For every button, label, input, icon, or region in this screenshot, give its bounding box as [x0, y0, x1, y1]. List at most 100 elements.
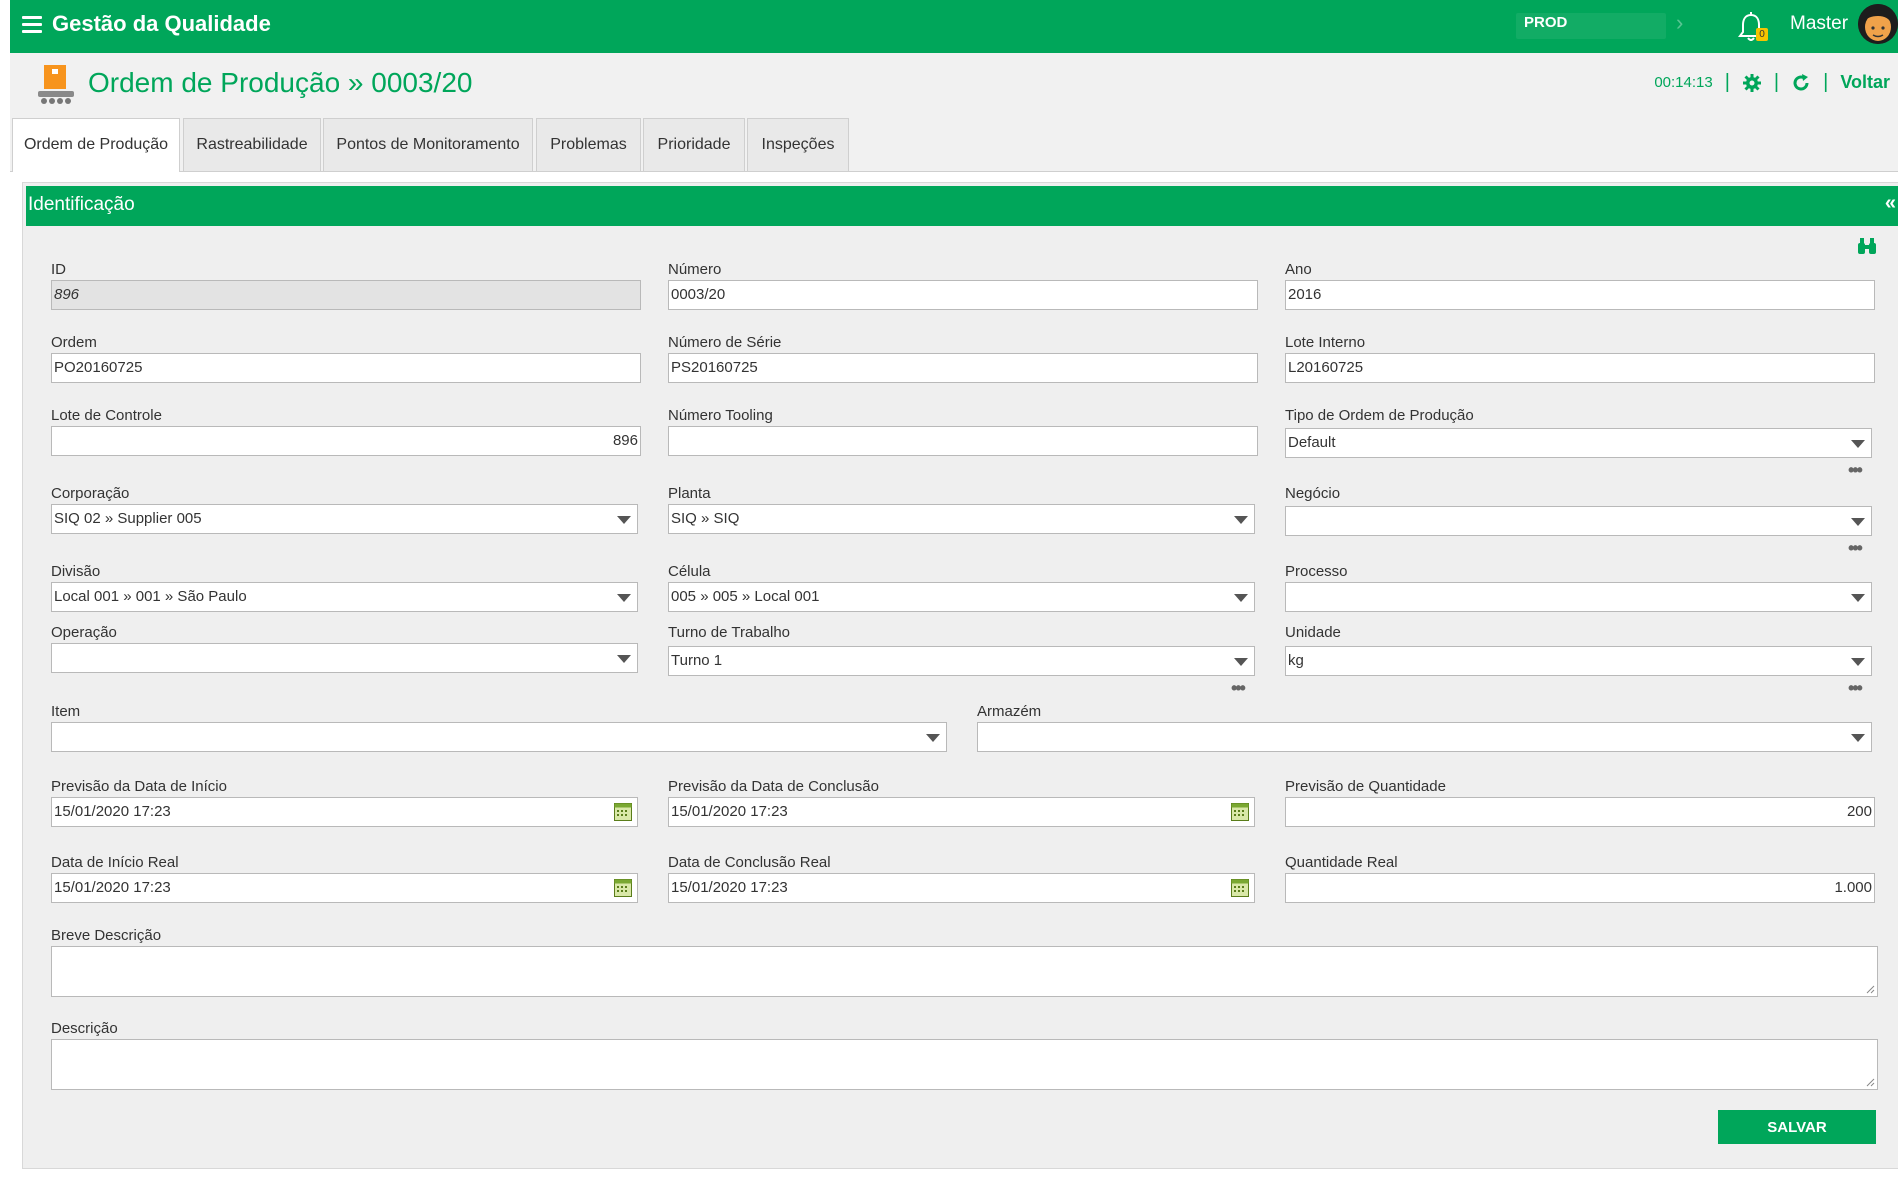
corporacao-select[interactable]: SIQ 02 » Supplier 005 [51, 504, 638, 534]
divisao-select[interactable]: Local 001 » 001 » São Paulo [51, 582, 638, 612]
tab-rastreabilidade[interactable]: Rastreabilidade [183, 118, 321, 171]
numero-serie-field[interactable]: PS20160725 [668, 353, 1258, 383]
turno-label: Turno de Trabalho [668, 624, 791, 641]
collapse-icon[interactable]: « [1885, 192, 1896, 215]
tab-pontos-monitoramento[interactable]: Pontos de Monitoramento [323, 118, 533, 171]
prev-quantidade-field[interactable]: 200 [1285, 797, 1875, 827]
chevron-down-icon [1234, 658, 1248, 666]
unidade-select[interactable]: kg [1285, 646, 1872, 676]
user-name[interactable]: Master [1790, 13, 1848, 35]
celula-label: Célula [668, 563, 711, 580]
breve-descricao-textarea[interactable] [51, 946, 1878, 997]
prev-inicio-field[interactable]: 15/01/2020 17:23 [51, 797, 638, 827]
celula-select[interactable]: 005 » 005 » Local 001 [668, 582, 1255, 612]
chevron-down-icon [617, 594, 631, 602]
gear-icon[interactable] [1742, 73, 1762, 93]
prev-conclusao-value: 15/01/2020 17:23 [671, 803, 788, 820]
negocio-label: Negócio [1285, 485, 1341, 502]
numero-tooling-label: Número Tooling [668, 407, 773, 424]
calendar-icon[interactable] [614, 879, 632, 897]
divider: | [1823, 71, 1829, 93]
chevron-down-icon [1851, 518, 1865, 526]
numero-field[interactable]: 0003/20 [668, 280, 1258, 310]
resize-grip-icon[interactable] [1866, 1078, 1875, 1087]
production-order-icon [38, 65, 74, 104]
chevron-down-icon [1234, 594, 1248, 602]
calendar-icon[interactable] [614, 803, 632, 821]
prev-inicio-label: Previsão da Data de Início [51, 778, 227, 795]
calendar-icon[interactable] [1231, 803, 1249, 821]
chevron-down-icon [1851, 594, 1865, 602]
tab-ordem-producao[interactable]: Ordem de Produção [12, 118, 180, 172]
app-title: Gestão da Qualidade [52, 11, 271, 36]
armazem-select[interactable] [977, 722, 1872, 752]
breve-descricao-label: Breve Descrição [51, 927, 162, 944]
menu-icon[interactable] [22, 16, 42, 34]
resize-grip-icon[interactable] [1866, 985, 1875, 994]
quantidade-real-field[interactable]: 1.000 [1285, 873, 1875, 903]
processo-label: Processo [1285, 563, 1348, 580]
ano-label: Ano [1285, 261, 1312, 278]
divider: | [1773, 71, 1780, 93]
negocio-select[interactable] [1285, 506, 1872, 536]
save-button[interactable]: SALVAR [1718, 1110, 1876, 1144]
item-select[interactable] [51, 722, 947, 752]
operacao-select[interactable] [51, 643, 638, 673]
chevron-down-icon [1851, 658, 1865, 666]
turno-value: Turno 1 [671, 652, 723, 669]
ordem-field[interactable]: PO20160725 [51, 353, 641, 383]
more-icon[interactable]: ••• [1848, 461, 1863, 479]
lote-controle-field[interactable]: 896 [51, 426, 641, 456]
descricao-label: Descrição [51, 1020, 118, 1037]
id-field: 896 [51, 280, 641, 310]
tab-inspecoes[interactable]: Inspeções [747, 118, 849, 171]
binoculars-icon[interactable] [1857, 237, 1877, 255]
lote-controle-label: Lote de Controle [51, 407, 162, 424]
corporacao-label: Corporação [51, 485, 130, 502]
ano-field[interactable]: 2016 [1285, 280, 1875, 310]
chevron-down-icon [1234, 516, 1248, 524]
tipo-ordem-select[interactable]: Default [1285, 428, 1872, 458]
top-bar: Gestão da Qualidade PROD › 0 Master [10, 0, 1898, 53]
back-link[interactable]: Voltar [1840, 72, 1890, 93]
tipo-ordem-label: Tipo de Ordem de Produção [1285, 407, 1474, 424]
conclusao-real-label: Data de Conclusão Real [668, 854, 831, 871]
calendar-icon[interactable] [1231, 879, 1249, 897]
descricao-textarea[interactable] [51, 1039, 1878, 1090]
inicio-real-label: Data de Início Real [51, 854, 179, 871]
more-icon[interactable]: ••• [1848, 679, 1863, 697]
refresh-icon[interactable] [1791, 73, 1811, 93]
tab-prioridade[interactable]: Prioridade [643, 118, 745, 171]
page-header: Ordem de Produção » 0003/20 00:14:13 | |… [10, 53, 1898, 115]
numero-tooling-field[interactable] [668, 426, 1258, 456]
prev-conclusao-field[interactable]: 15/01/2020 17:23 [668, 797, 1255, 827]
more-icon[interactable]: ••• [1231, 679, 1246, 697]
lote-interno-field[interactable]: L20160725 [1285, 353, 1875, 383]
divisao-value: Local 001 » 001 » São Paulo [54, 588, 247, 605]
divisao-label: Divisão [51, 563, 101, 580]
session-timer: 00:14:13 [1654, 74, 1713, 91]
chevron-down-icon [926, 734, 940, 742]
chevron-right-icon[interactable]: › [1676, 10, 1683, 36]
turno-select[interactable]: Turno 1 [668, 646, 1255, 676]
prev-quantidade-label: Previsão de Quantidade [1285, 778, 1446, 795]
prev-inicio-value: 15/01/2020 17:23 [54, 803, 171, 820]
ordem-label: Ordem [51, 334, 97, 351]
lote-interno-label: Lote Interno [1285, 334, 1366, 351]
conclusao-real-value: 15/01/2020 17:23 [671, 879, 788, 896]
more-icon[interactable]: ••• [1848, 539, 1863, 557]
celula-value: 005 » 005 » Local 001 [671, 588, 820, 605]
inicio-real-field[interactable]: 15/01/2020 17:23 [51, 873, 638, 903]
chevron-down-icon [1851, 734, 1865, 742]
section-header: Identificação « [26, 186, 1898, 226]
tipo-ordem-value: Default [1288, 434, 1336, 451]
inicio-real-value: 15/01/2020 17:23 [54, 879, 171, 896]
processo-select[interactable] [1285, 582, 1872, 612]
chevron-down-icon [617, 516, 631, 524]
unidade-value: kg [1288, 652, 1304, 669]
avatar[interactable] [1858, 4, 1898, 44]
conclusao-real-field[interactable]: 15/01/2020 17:23 [668, 873, 1255, 903]
planta-select[interactable]: SIQ » SIQ [668, 504, 1255, 534]
tab-problemas[interactable]: Problemas [536, 118, 641, 171]
armazem-label: Armazém [977, 703, 1042, 720]
